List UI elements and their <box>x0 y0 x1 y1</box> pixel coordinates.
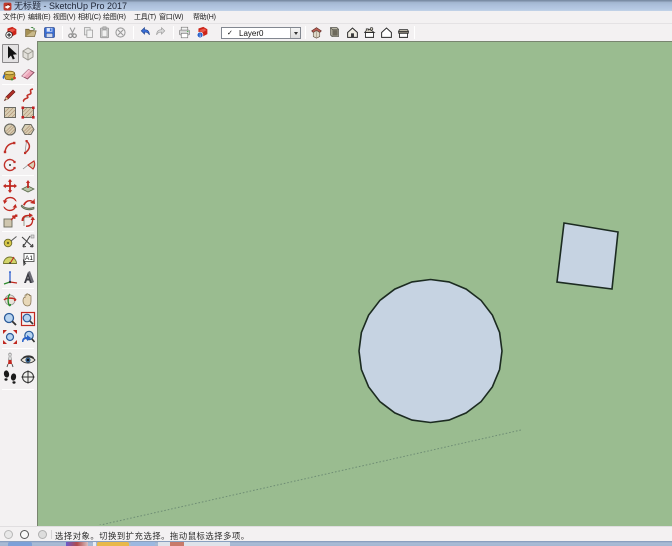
svg-text:A1: A1 <box>25 255 33 262</box>
